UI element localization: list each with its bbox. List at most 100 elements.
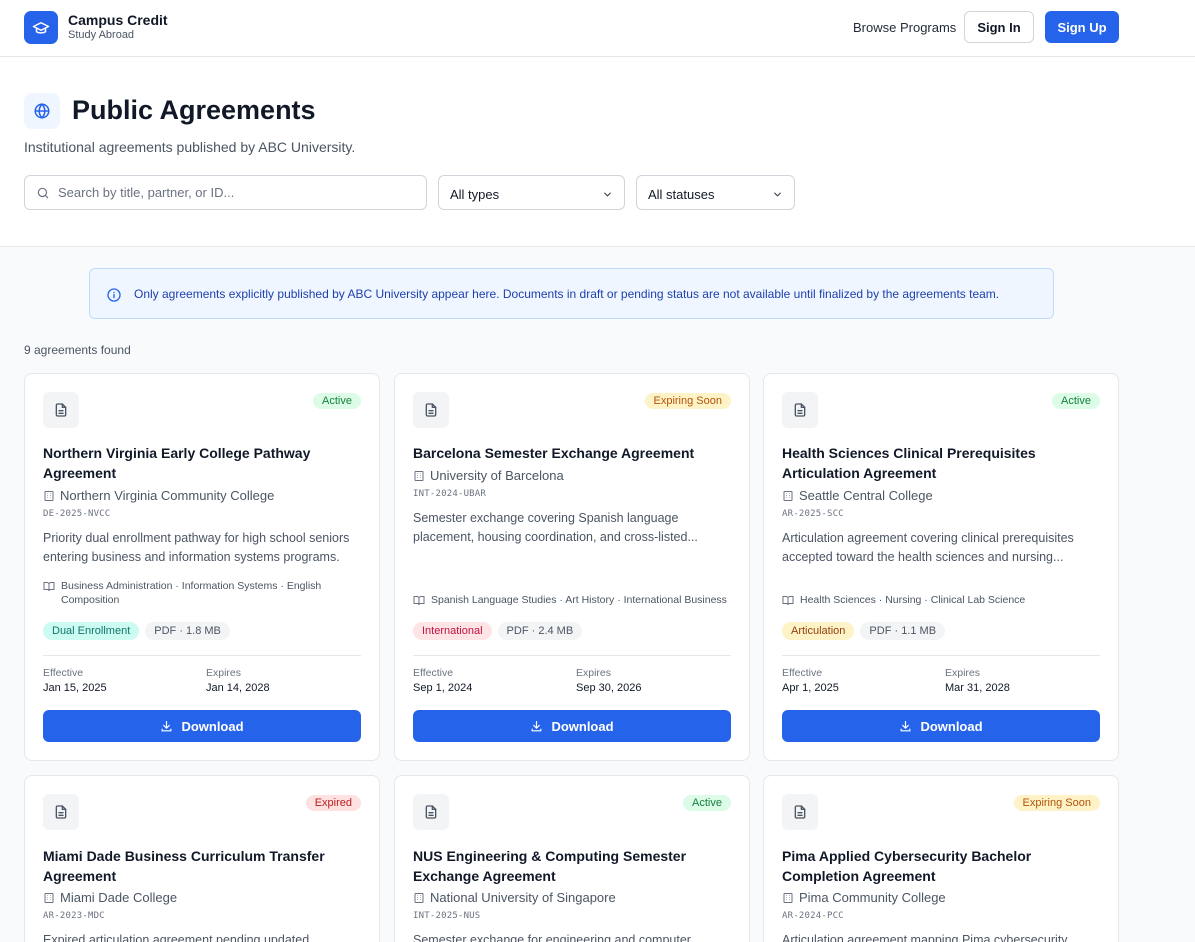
agreement-card: Active Northern Virginia Early College P… <box>24 373 380 761</box>
partner-name: Miami Dade College <box>43 890 177 905</box>
tag-row: International PDF · 2.4 MB <box>413 622 583 640</box>
chevron-down-icon <box>774 192 781 197</box>
book-icon <box>782 596 794 606</box>
effective-date: Sep 1, 2024 <box>413 682 473 694</box>
search-box <box>24 175 427 210</box>
document-icon <box>43 794 79 830</box>
building-icon <box>783 490 793 501</box>
agreement-description: Semester exchange covering Spanish langu… <box>413 511 698 544</box>
divider <box>782 655 1100 656</box>
file-tag: PDF · 2.4 MB <box>497 622 583 640</box>
status-badge: Active <box>683 795 731 811</box>
agreement-id: INT-2024-UBAR <box>413 489 487 499</box>
expires-date: Jan 14, 2028 <box>206 682 270 694</box>
partner-name: National University of Singapore <box>413 890 616 905</box>
file-tag: PDF · 1.8 MB <box>145 622 230 640</box>
effective-label: Effective <box>413 667 454 679</box>
type-filter-value: All types <box>450 187 500 202</box>
sign-up-button[interactable]: Sign Up <box>1045 11 1119 43</box>
tag-row: Articulation PDF · 1.1 MB <box>782 622 946 640</box>
building-icon <box>44 892 54 903</box>
status-filter-select[interactable]: All statuses <box>636 175 795 210</box>
document-icon <box>782 794 818 830</box>
expires-label: Expires <box>945 667 981 679</box>
type-tag: Articulation <box>782 622 855 640</box>
agreement-card: Expired Miami Dade Business Curriculum T… <box>24 775 380 942</box>
status-badge: Active <box>1052 393 1100 409</box>
agreement-card: Active Health Sciences Clinical Prerequi… <box>763 373 1119 761</box>
building-icon <box>414 892 424 903</box>
sign-in-button[interactable]: Sign In <box>964 11 1034 43</box>
agreement-title[interactable]: NUS Engineering & Computing Semester Exc… <box>413 846 729 886</box>
partner-name: University of Barcelona <box>413 468 564 483</box>
partner-label: Pima Community College <box>799 890 946 905</box>
partner-name: Seattle Central College <box>782 488 933 503</box>
agreement-title[interactable]: Miami Dade Business Curriculum Transfer … <box>43 846 359 886</box>
partner-name: Northern Virginia Community College <box>43 488 274 503</box>
status-badge: Expiring Soon <box>1013 795 1100 811</box>
agreement-description: Priority dual enrollment pathway for hig… <box>43 531 350 564</box>
results-count: 9 agreements found <box>24 343 131 357</box>
partner-label: Seattle Central College <box>799 488 933 503</box>
programs-list: Business Administration · Information Sy… <box>43 579 359 607</box>
download-button[interactable]: Download <box>43 710 361 742</box>
agreement-description: Semester exchange for engineering and co… <box>413 933 701 942</box>
search-input[interactable] <box>58 176 418 209</box>
effective-label: Effective <box>43 667 84 679</box>
building-icon <box>783 892 793 903</box>
document-icon <box>413 794 449 830</box>
partner-name: Pima Community College <box>782 890 946 905</box>
globe-icon <box>24 93 60 129</box>
effective-date: Jan 15, 2025 <box>43 682 107 694</box>
graduation-cap-icon[interactable] <box>24 11 58 44</box>
document-icon <box>413 392 449 428</box>
building-icon <box>44 490 54 501</box>
programs-text: Business Administration · Information Sy… <box>61 580 322 606</box>
book-icon <box>413 596 425 606</box>
document-icon <box>782 392 818 428</box>
partner-label: University of Barcelona <box>430 468 564 483</box>
agreement-id: AR-2025-SCC <box>782 509 844 519</box>
status-filter-value: All statuses <box>648 187 715 202</box>
brand-name[interactable]: Campus Credit <box>68 12 168 28</box>
expires-date: Sep 30, 2026 <box>576 682 642 694</box>
expires-date: Mar 31, 2028 <box>945 682 1010 694</box>
agreement-id: AR-2023-MDC <box>43 911 105 921</box>
type-filter-select[interactable]: All types <box>438 175 625 210</box>
programs-list: Spanish Language Studies · Art History ·… <box>413 593 729 607</box>
agreement-title[interactable]: Northern Virginia Early College Pathway … <box>43 443 359 483</box>
expires-label: Expires <box>576 667 612 679</box>
status-badge: Active <box>313 393 361 409</box>
status-badge: Expiring Soon <box>644 393 731 409</box>
programs-text: Health Sciences · Nursing · Clinical Lab… <box>800 594 1026 606</box>
programs-list: Health Sciences · Nursing · Clinical Lab… <box>782 593 1098 607</box>
browse-programs-link[interactable]: Browse Programs <box>853 20 956 35</box>
partner-label: Miami Dade College <box>60 890 178 905</box>
agreement-description: Articulation agreement mapping Pima cybe… <box>782 933 1078 942</box>
file-tag: PDF · 1.1 MB <box>860 622 946 640</box>
agreement-description: Expired articulation agreement pending u… <box>43 933 320 942</box>
agreement-title[interactable]: Barcelona Semester Exchange Agreement <box>413 443 729 463</box>
divider <box>413 655 731 656</box>
notice-text: Only agreements explicitly published by … <box>134 287 1000 301</box>
document-icon <box>43 392 79 428</box>
download-icon <box>901 720 911 731</box>
agreement-description: Articulation agreement covering clinical… <box>782 531 1074 564</box>
agreement-title[interactable]: Health Sciences Clinical Prerequisites A… <box>782 443 1098 483</box>
tag-row: Dual Enrollment PDF · 1.8 MB <box>43 622 230 640</box>
download-label: Download <box>551 718 614 734</box>
programs-text: Spanish Language Studies · Art History ·… <box>431 594 727 606</box>
agreement-card: Expiring Soon Pima Applied Cybersecurity… <box>763 775 1119 942</box>
download-button[interactable]: Download <box>782 710 1100 742</box>
page-subtitle: Institutional agreements published by AB… <box>24 139 356 155</box>
agreement-id: DE-2025-NVCC <box>43 509 111 519</box>
download-icon <box>532 720 542 731</box>
agreement-title[interactable]: Pima Applied Cybersecurity Bachelor Comp… <box>782 846 1098 886</box>
agreement-id: INT-2025-NUS <box>413 911 481 921</box>
book-icon <box>43 582 55 592</box>
building-icon <box>414 470 424 481</box>
effective-date: Apr 1, 2025 <box>782 682 839 694</box>
agreement-id: AR-2024-PCC <box>782 911 844 921</box>
download-button[interactable]: Download <box>413 710 731 742</box>
page-header: Public Agreements Institutional agreemen… <box>0 57 1195 247</box>
